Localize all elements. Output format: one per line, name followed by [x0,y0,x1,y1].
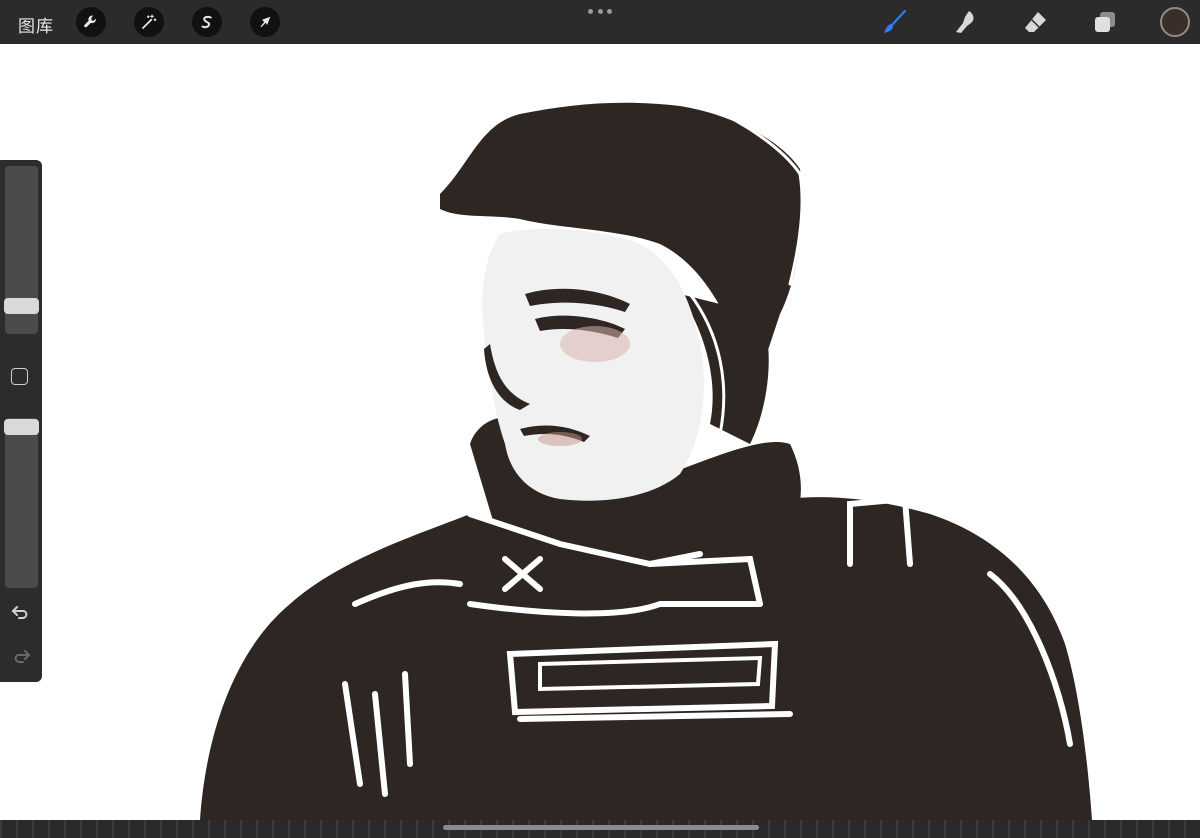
modifier-button[interactable] [11,368,28,385]
smudge-tool-button[interactable] [950,7,980,37]
magic-wand-icon [142,14,157,29]
gallery-button[interactable]: 图库 [18,12,54,37]
dot [597,8,603,14]
dot [607,8,612,14]
top-toolbar: 图库 [0,0,1200,44]
drawing-canvas[interactable] [0,44,1200,820]
undo-button[interactable] [8,603,34,623]
eraser-tool-button[interactable] [1020,7,1050,37]
transform-button[interactable] [250,7,280,37]
layers-button[interactable] [1090,7,1120,37]
eraser-icon [1025,12,1046,32]
cheek-tint [560,326,630,362]
opacity-slider[interactable] [5,418,38,588]
arrow-cursor-icon [260,16,271,28]
redo-icon [14,650,31,663]
more-dots[interactable] [588,6,612,16]
selection-button[interactable] [192,7,222,37]
lip-tint [538,432,582,446]
brush-icon [884,9,907,33]
actions-button[interactable] [76,7,106,37]
selection-s-icon [201,15,212,29]
layers-icon [1095,12,1115,32]
side-panel [0,160,42,682]
smudge-icon [956,11,974,33]
undo-icon [11,606,28,619]
sketch-artwork [200,97,1092,820]
wrench-icon [84,15,96,28]
redo-button[interactable] [8,647,34,667]
brush-tool-button[interactable] [880,7,910,37]
brush-size-thumb[interactable] [4,298,39,314]
face-shape [482,228,704,501]
color-picker-button[interactable] [1160,7,1190,37]
adjustments-button[interactable] [134,7,164,37]
dot [588,8,593,14]
home-indicator[interactable] [443,825,759,830]
opacity-thumb[interactable] [4,419,39,435]
